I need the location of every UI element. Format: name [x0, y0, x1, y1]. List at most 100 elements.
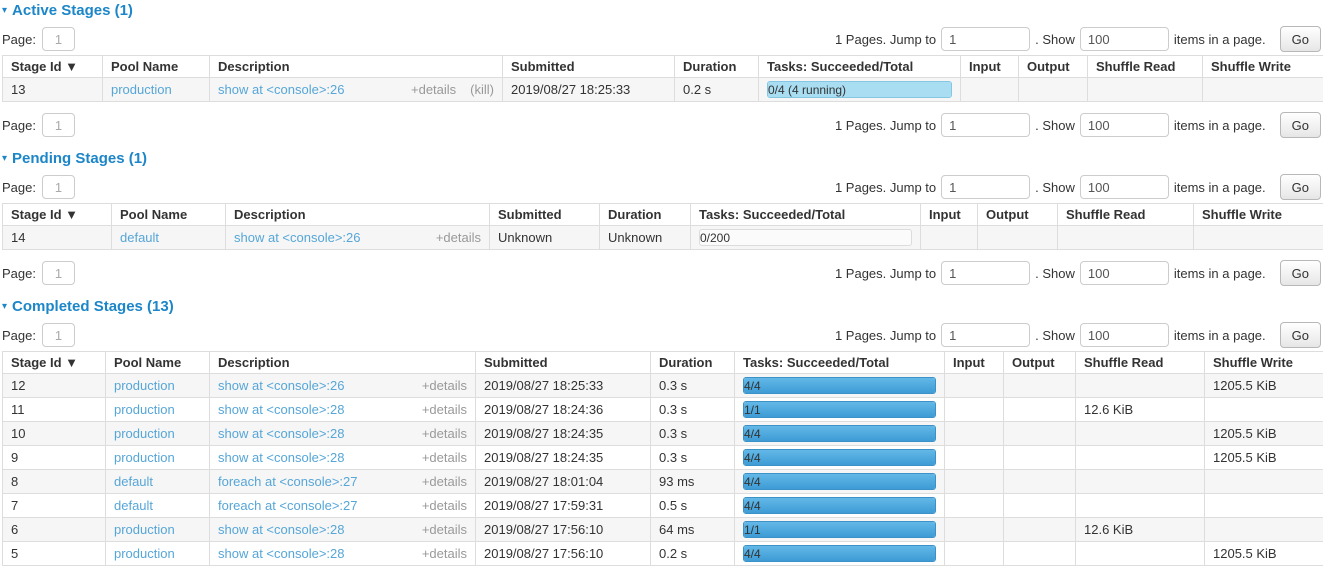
column-header-pool-name[interactable]: Pool Name — [112, 204, 226, 226]
column-header-description[interactable]: Description — [210, 56, 503, 78]
cell-submitted: 2019/08/27 17:56:10 — [476, 542, 651, 566]
cell-submitted: 2019/08/27 18:25:33 — [476, 374, 651, 398]
cell-duration: 0.3 s — [651, 446, 735, 470]
description-link[interactable]: show at <console>:28 — [218, 402, 344, 417]
details-toggle[interactable]: +details — [422, 402, 467, 417]
column-header-shuffle-read[interactable]: Shuffle Read — [1058, 204, 1194, 226]
column-header-pool-name[interactable]: Pool Name — [106, 352, 210, 374]
description-link[interactable]: foreach at <console>:27 — [218, 498, 358, 513]
details-toggle[interactable]: +details — [422, 546, 467, 561]
items-per-page-input[interactable] — [1080, 175, 1169, 199]
jump-to-page-input[interactable] — [941, 175, 1030, 199]
task-progress-bar: 4/4 — [743, 545, 936, 562]
column-header-tasks-succeeded-total[interactable]: Tasks: Succeeded/Total — [735, 352, 945, 374]
column-header-output[interactable]: Output — [1004, 352, 1076, 374]
items-per-page-input[interactable] — [1080, 27, 1169, 51]
section-title-active-stages[interactable]: ▾Active Stages (1) — [2, 2, 1322, 19]
column-header-stage-id[interactable]: Stage Id ▼ — [3, 204, 112, 226]
task-progress-bar: 0/4 (4 running) — [767, 81, 952, 98]
column-header-submitted[interactable]: Submitted — [476, 352, 651, 374]
section-title-completed-stages[interactable]: ▾Completed Stages (13) — [2, 298, 1322, 315]
pool-name-link[interactable]: default — [120, 230, 159, 245]
cell-duration: 0.2 s — [651, 542, 735, 566]
page-number-input[interactable] — [42, 175, 75, 199]
details-toggle[interactable]: +details — [411, 82, 456, 97]
column-header-duration[interactable]: Duration — [675, 56, 759, 78]
items-per-page-input[interactable] — [1080, 113, 1169, 137]
description-link[interactable]: show at <console>:26 — [218, 82, 344, 97]
description-link[interactable]: show at <console>:28 — [218, 522, 344, 537]
column-header-submitted[interactable]: Submitted — [490, 204, 600, 226]
column-header-shuffle-read[interactable]: Shuffle Read — [1076, 352, 1205, 374]
details-toggle[interactable]: +details — [422, 474, 467, 489]
column-header-shuffle-write[interactable]: Shuffle Write — [1194, 204, 1323, 226]
page-number-input[interactable] — [42, 261, 75, 285]
column-header-shuffle-write[interactable]: Shuffle Write — [1203, 56, 1323, 78]
details-toggle[interactable]: +details — [422, 522, 467, 537]
description-link[interactable]: foreach at <console>:27 — [218, 474, 358, 489]
pool-name-link[interactable]: production — [114, 378, 175, 393]
go-button[interactable]: Go — [1280, 260, 1321, 286]
column-header-pool-name[interactable]: Pool Name — [103, 56, 210, 78]
progress-fill — [744, 498, 935, 513]
column-header-output[interactable]: Output — [1019, 56, 1088, 78]
column-header-duration[interactable]: Duration — [600, 204, 691, 226]
cell-description: show at <console>:26 +details (kill) — [210, 78, 503, 102]
column-header-output[interactable]: Output — [978, 204, 1058, 226]
page-label: Page: — [2, 118, 36, 133]
jump-to-page-input[interactable] — [941, 27, 1030, 51]
pool-name-link[interactable]: production — [114, 450, 175, 465]
cell-duration: 0.2 s — [675, 78, 759, 102]
pool-name-link[interactable]: production — [114, 426, 175, 441]
column-header-submitted[interactable]: Submitted — [503, 56, 675, 78]
kill-link[interactable]: (kill) — [470, 82, 494, 97]
column-header-description[interactable]: Description — [210, 352, 476, 374]
cell-pool-name: default — [106, 494, 210, 518]
jump-to-page-input[interactable] — [941, 261, 1030, 285]
details-toggle[interactable]: +details — [422, 450, 467, 465]
cell-submitted: 2019/08/27 18:24:35 — [476, 422, 651, 446]
column-header-stage-id[interactable]: Stage Id ▼ — [3, 56, 103, 78]
details-toggle[interactable]: +details — [422, 378, 467, 393]
cell-input — [945, 422, 1004, 446]
jump-to-page-input[interactable] — [941, 323, 1030, 347]
go-button[interactable]: Go — [1280, 26, 1321, 52]
section-title-pending-stages[interactable]: ▾Pending Stages (1) — [2, 150, 1322, 167]
column-header-stage-id[interactable]: Stage Id ▼ — [3, 352, 106, 374]
pool-name-link[interactable]: production — [111, 82, 172, 97]
page-number-input[interactable] — [42, 113, 75, 137]
page-number-input[interactable] — [42, 323, 75, 347]
column-header-input[interactable]: Input — [921, 204, 978, 226]
description-link[interactable]: show at <console>:28 — [218, 426, 344, 441]
details-toggle[interactable]: +details — [422, 426, 467, 441]
pool-name-link[interactable]: default — [114, 498, 153, 513]
cell-description: show at <console>:28 +details — [210, 542, 476, 566]
cell-submitted: 2019/08/27 18:24:35 — [476, 446, 651, 470]
jump-to-page-input[interactable] — [941, 113, 1030, 137]
column-header-input[interactable]: Input — [945, 352, 1004, 374]
go-button[interactable]: Go — [1280, 112, 1321, 138]
go-button[interactable]: Go — [1280, 174, 1321, 200]
details-toggle[interactable]: +details — [436, 230, 481, 245]
description-link[interactable]: show at <console>:26 — [218, 378, 344, 393]
items-per-page-input[interactable] — [1080, 323, 1169, 347]
pool-name-link[interactable]: production — [114, 522, 175, 537]
column-header-tasks-succeeded-total[interactable]: Tasks: Succeeded/Total — [759, 56, 961, 78]
page-number-input[interactable] — [42, 27, 75, 51]
column-header-shuffle-read[interactable]: Shuffle Read — [1088, 56, 1203, 78]
cell-description: foreach at <console>:27 +details — [210, 494, 476, 518]
go-button[interactable]: Go — [1280, 322, 1321, 348]
column-header-tasks-succeeded-total[interactable]: Tasks: Succeeded/Total — [691, 204, 921, 226]
pool-name-link[interactable]: production — [114, 402, 175, 417]
items-per-page-input[interactable] — [1080, 261, 1169, 285]
pool-name-link[interactable]: production — [114, 546, 175, 561]
description-link[interactable]: show at <console>:28 — [218, 450, 344, 465]
description-link[interactable]: show at <console>:28 — [218, 546, 344, 561]
column-header-description[interactable]: Description — [226, 204, 490, 226]
column-header-duration[interactable]: Duration — [651, 352, 735, 374]
column-header-input[interactable]: Input — [961, 56, 1019, 78]
description-link[interactable]: show at <console>:26 — [234, 230, 360, 245]
column-header-shuffle-write[interactable]: Shuffle Write — [1205, 352, 1323, 374]
pool-name-link[interactable]: default — [114, 474, 153, 489]
details-toggle[interactable]: +details — [422, 498, 467, 513]
